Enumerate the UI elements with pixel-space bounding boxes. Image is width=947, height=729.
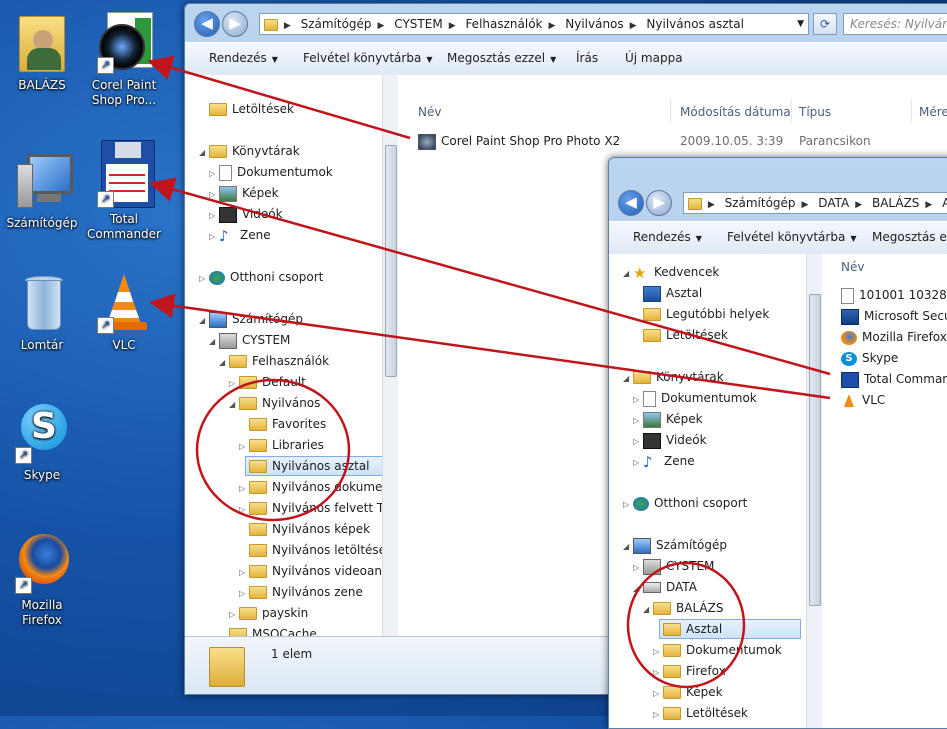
arrow-total-commander <box>149 177 831 376</box>
circle-public-desktop <box>195 378 351 522</box>
circle-balazs-desktop <box>626 561 746 689</box>
arrow-corel <box>147 55 411 140</box>
arrow-vlc <box>149 293 831 400</box>
annotation-overlay <box>147 55 831 689</box>
